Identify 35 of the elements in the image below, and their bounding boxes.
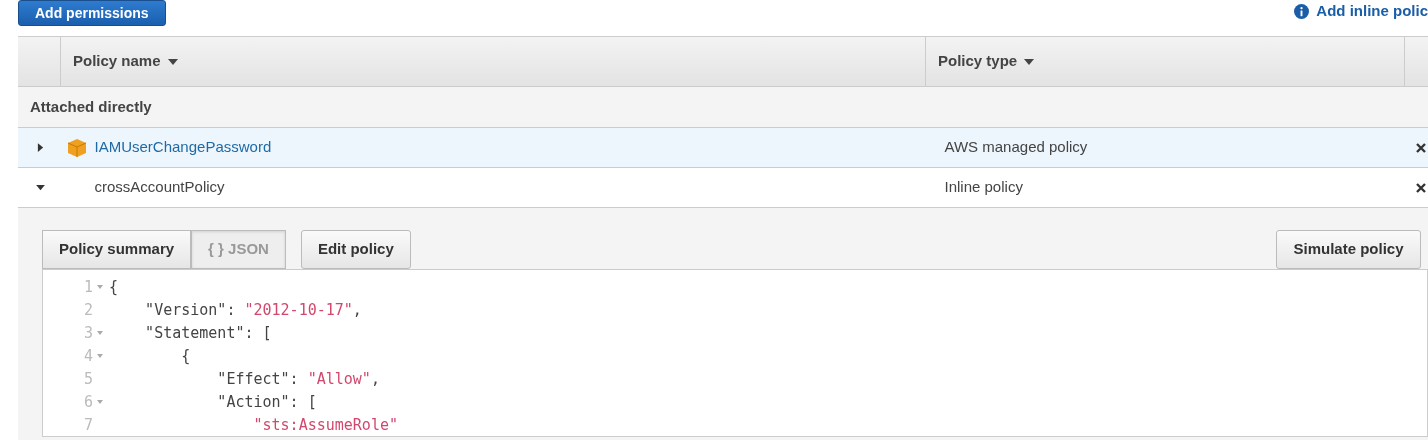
column-header[interactable]: Policy type bbox=[938, 50, 1018, 73]
expand-caret-icon[interactable] bbox=[37, 142, 44, 153]
column-header[interactable]: Policy name bbox=[73, 50, 161, 73]
policy-name: crossAccountPolicy bbox=[94, 177, 225, 198]
line-number: 7 bbox=[82, 414, 93, 436]
box-icon bbox=[67, 137, 87, 158]
group-label: Attached directly bbox=[30, 96, 152, 117]
policy-name-link[interactable]: IAMUserChangePassword bbox=[94, 136, 272, 159]
code-line: { bbox=[109, 276, 119, 298]
policy-type: Inline policy bbox=[944, 178, 1023, 196]
code-line: "sts:AssumeRole" bbox=[252, 414, 398, 436]
add-permissions-button[interactable]: Add permissions bbox=[18, 0, 166, 26]
line-number: 2 bbox=[82, 299, 93, 321]
add-inline-policy-link[interactable]: Add inline polic bbox=[1316, 0, 1428, 23]
simulate-policy-button[interactable]: Simulate policy bbox=[1276, 230, 1421, 269]
sort-caret-icon bbox=[1023, 57, 1036, 66]
line-number: 5 bbox=[82, 368, 93, 390]
info-icon bbox=[1293, 3, 1309, 19]
code-line: { bbox=[180, 345, 191, 367]
edit-policy-button[interactable]: Edit policy bbox=[300, 230, 411, 269]
policy-row[interactable]: IAMUserChangePassword AWS managed policy bbox=[18, 128, 1428, 168]
code-line: "Effect": "Allow", bbox=[216, 368, 380, 390]
sort-caret-icon bbox=[166, 57, 179, 66]
policy-type: AWS managed policy bbox=[944, 138, 1088, 156]
code-line: "Statement": [ bbox=[144, 322, 272, 344]
line-number: 3 bbox=[82, 322, 93, 344]
view-tab[interactable]: Policy summary bbox=[42, 230, 192, 269]
collapse-caret-icon[interactable] bbox=[35, 184, 46, 191]
line-number: 6 bbox=[82, 391, 93, 413]
line-number: 4 bbox=[82, 345, 93, 367]
remove-icon[interactable] bbox=[1416, 182, 1426, 193]
line-number: 1 bbox=[82, 276, 93, 298]
code-line: "Version": "2012-10-17", bbox=[144, 299, 362, 321]
code-line: "Action": [ bbox=[216, 391, 317, 413]
remove-icon[interactable] bbox=[1416, 142, 1426, 153]
